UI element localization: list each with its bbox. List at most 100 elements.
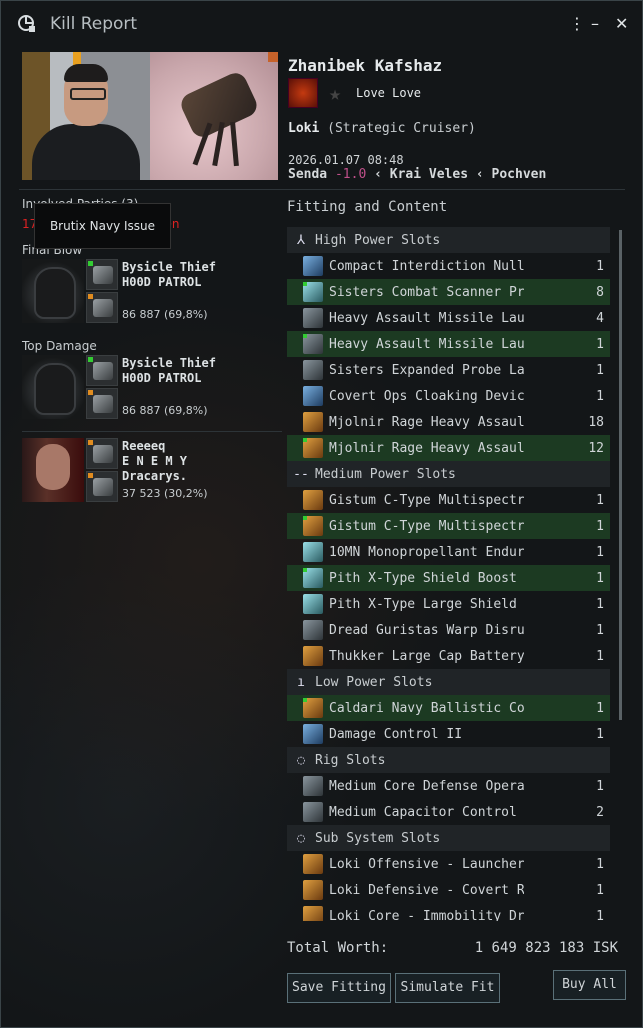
module-icon[interactable] [303, 256, 323, 276]
fitting-item-row[interactable]: Medium Capacitor Control Circuit I 2 [287, 799, 610, 825]
attacker-portrait[interactable] [22, 259, 84, 323]
module-icon[interactable] [303, 802, 323, 822]
fitting-item-row[interactable]: Pith X-Type Large Shield Booster 1 [287, 591, 610, 617]
fitting-item-row[interactable]: Damage Control II 1 [287, 721, 610, 747]
module-icon[interactable] [303, 594, 323, 614]
attacker-name[interactable]: Reeeeq E N E M Y Dracarys. [122, 439, 187, 484]
attacker-weapon-icon[interactable] [86, 471, 118, 502]
module-icon[interactable] [303, 776, 323, 796]
fitting-item-row[interactable]: Caldari Navy Ballistic Control System 1 [287, 695, 610, 721]
attacker-weapon-icon[interactable] [86, 292, 118, 323]
module-icon[interactable] [303, 360, 323, 380]
fitting-item-row[interactable]: Pith X-Type Shield Boost Amplifier 1 [287, 565, 610, 591]
victim-portrait[interactable] [22, 52, 150, 180]
fitting-item-row[interactable]: Compact Interdiction Nullifier 1 [287, 253, 610, 279]
module-name: Medium Core Defense Operational Solidifi… [329, 778, 524, 794]
module-quantity: 1 [596, 258, 604, 274]
victim-name[interactable]: Zhanibek Kafshaz [288, 56, 442, 75]
module-icon[interactable] [303, 698, 323, 718]
attacker-name[interactable]: Bysicle Thief H00D PATROL [122, 260, 216, 290]
window-title: Kill Report [50, 14, 138, 34]
module-icon[interactable] [303, 334, 323, 354]
top-damage-attacker[interactable]: Bysicle Thief H00D PATROL 86 887 (69,8%) [22, 355, 282, 419]
ship-name[interactable]: Loki [288, 121, 319, 136]
module-icon[interactable] [303, 386, 323, 406]
slot-section-label: Medium Power Slots [315, 466, 456, 482]
module-icon[interactable] [303, 516, 323, 536]
fitting-item-row[interactable]: Mjolnir Rage Heavy Assault Missile 18 [287, 409, 610, 435]
fitting-item-row[interactable]: 10MN Monopropellant Enduring Afterburner… [287, 539, 610, 565]
fitting-item-row[interactable]: Loki Offensive - Launcher Efficiency Con… [287, 851, 610, 877]
fitting-item-row[interactable]: Thukker Large Cap Battery 1 [287, 643, 610, 669]
region-name[interactable]: ‹ Pochven [476, 167, 546, 182]
fitting-item-row[interactable]: Gistum C-Type Multispectrum Shield Harde… [287, 513, 610, 539]
fitting-item-row[interactable]: Loki Core - Immobility Drivers 1 [287, 903, 610, 921]
total-worth-label: Total Worth: [287, 940, 389, 956]
module-icon[interactable] [303, 438, 323, 458]
slot-section-header: -- Medium Power Slots [287, 461, 610, 487]
menu-icon[interactable]: ⋮ [569, 15, 585, 33]
victim-ship-image[interactable] [150, 52, 278, 180]
ship-class: (Strategic Cruiser) [327, 121, 476, 136]
module-quantity: 8 [596, 284, 604, 300]
slot-section-header: ı Low Power Slots [287, 669, 610, 695]
rig-slot-icon: ◌ [297, 752, 305, 768]
module-icon[interactable] [303, 412, 323, 432]
fitting-item-row[interactable]: Heavy Assault Missile Launcher II 4 [287, 305, 610, 331]
fitting-item-row[interactable]: Heavy Assault Missile Launcher II 1 [287, 331, 610, 357]
attacker-name[interactable]: Bysicle Thief H00D PATROL [122, 356, 216, 386]
module-name: Gistum C-Type Multispectrum Shield Harde… [329, 492, 524, 508]
module-icon[interactable] [303, 906, 323, 921]
simulate-fit-button[interactable]: Simulate Fit [395, 973, 500, 1003]
module-icon[interactable] [303, 282, 323, 302]
module-quantity: 1 [596, 518, 604, 534]
attacker-portrait[interactable] [22, 438, 84, 502]
title-bar[interactable]: Kill Report ⋮ – ✕ [1, 1, 642, 47]
fitting-item-row[interactable]: Mjolnir Rage Heavy Assault Missile 12 [287, 435, 610, 461]
module-icon[interactable] [303, 646, 323, 666]
module-name: Pith X-Type Shield Boost Amplifier [329, 570, 524, 586]
corporation-logo[interactable] [288, 78, 318, 108]
tooltip: Brutix Navy Issue [34, 203, 171, 249]
fitting-list[interactable]: ⅄ High Power Slots Compact Interdiction Nu… [287, 227, 610, 921]
attacker-damage: 86 887 (69,8%) [122, 404, 208, 417]
fitting-item-row[interactable]: Gistum C-Type Multispectrum Shield Harde… [287, 487, 610, 513]
kill-datetime: 2026.01.07 08:48 [288, 153, 404, 167]
module-icon[interactable] [303, 308, 323, 328]
fitting-item-row[interactable]: Loki Defensive - Covert Reconfiguration 1 [287, 877, 610, 903]
module-quantity: 1 [596, 726, 604, 742]
victim-corporation[interactable]: Love Love [356, 86, 421, 100]
final-blow-attacker[interactable]: Bysicle Thief H00D PATROL 86 887 (69,8%) [22, 259, 282, 323]
attacker-card[interactable]: Reeeeq E N E M Y Dracarys. 37 523 (30,2%) [22, 438, 282, 502]
attacker-ship-icon[interactable] [86, 355, 118, 386]
attacker-weapon-icon[interactable] [86, 388, 118, 419]
module-icon[interactable] [303, 724, 323, 744]
fitting-item-row[interactable]: Sisters Expanded Probe Launcher 1 [287, 357, 610, 383]
module-name: Heavy Assault Missile Launcher II [329, 310, 524, 326]
system-name[interactable]: Senda [288, 167, 327, 182]
fitting-item-row[interactable]: Dread Guristas Warp Disruptor 1 [287, 617, 610, 643]
module-icon[interactable] [303, 880, 323, 900]
close-icon[interactable]: ✕ [615, 15, 628, 33]
module-icon[interactable] [303, 542, 323, 562]
fitting-item-row[interactable]: Medium Core Defense Operational Solidifi… [287, 773, 610, 799]
attacker-portrait[interactable] [22, 355, 84, 419]
constellation-name[interactable]: ‹ Krai Veles [374, 167, 468, 182]
attacker-ship-icon[interactable] [86, 259, 118, 290]
fitting-item-row[interactable]: Sisters Combat Scanner Probe 8 [287, 279, 610, 305]
module-name: Mjolnir Rage Heavy Assault Missile [329, 414, 524, 430]
buy-all-button[interactable]: Buy All [553, 970, 626, 1000]
module-icon[interactable] [303, 854, 323, 874]
module-name: Loki Defensive - Covert Reconfiguration [329, 882, 524, 898]
module-icon[interactable] [303, 568, 323, 588]
module-icon[interactable] [303, 620, 323, 640]
module-name: Compact Interdiction Nullifier [329, 258, 524, 274]
minimize-icon[interactable]: – [591, 15, 599, 33]
attacker-ship-icon[interactable] [86, 438, 118, 469]
save-fitting-button[interactable]: Save Fitting [287, 973, 391, 1003]
fitting-item-row[interactable]: Covert Ops Cloaking Device II 1 [287, 383, 610, 409]
module-icon[interactable] [303, 490, 323, 510]
top-damage-label: Top Damage [22, 339, 97, 353]
fitting-scrollbar[interactable] [619, 230, 622, 720]
slot-section-label: Sub System Slots [315, 830, 441, 846]
